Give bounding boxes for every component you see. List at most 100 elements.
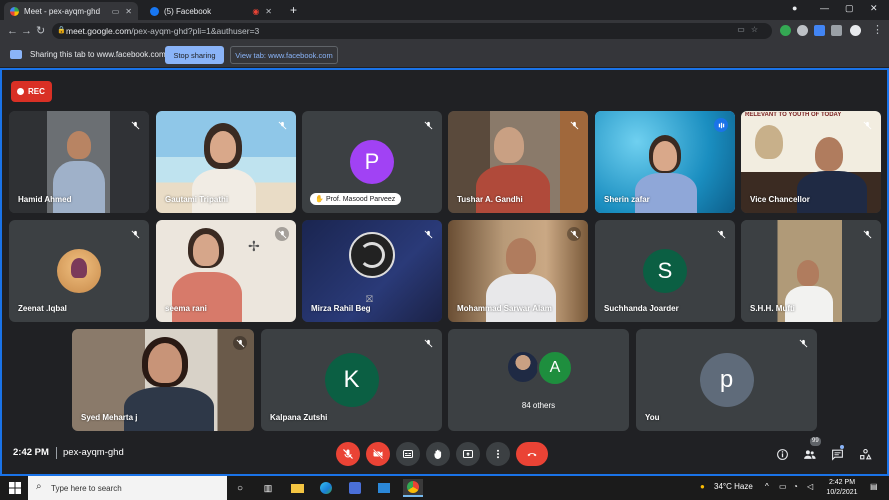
leave-call-button[interactable] [516,442,548,466]
divider [56,447,57,459]
meeting-control-bar: 2:42 PM pex-ayqm-ghd 99 [0,432,889,476]
more-vert-icon [497,449,499,459]
close-tab-icon[interactable]: ✕ [125,7,132,16]
participant-name: Gautami Tripathi [165,195,229,204]
participant-avatar: K [324,353,379,407]
participant-tile-mohammad-sarwar-alam[interactable]: Mohammad Sarwar Alam [448,220,588,322]
omnibox-actions-icon[interactable]: ▭☆ [737,25,764,34]
participant-figure [506,238,536,274]
menu-kebab-icon[interactable]: ⋮ [872,23,883,37]
participant-figure [193,234,219,266]
maximize-icon[interactable]: ▢ [845,3,854,14]
participant-name: Vice Chancellor [750,195,810,204]
participant-figure [67,131,91,159]
participant-tile-seema-rani[interactable]: ✢ seema rani [156,220,296,322]
app-icon[interactable] [345,479,365,497]
extension-cloud-icon[interactable] [797,25,808,36]
stop-sharing-button[interactable]: Stop sharing [165,46,224,64]
raise-hand-button[interactable] [426,442,450,466]
participant-tile-vice-chancellor[interactable]: RELEVANT TO YOUTH OF TODAY Vice Chancell… [741,111,881,213]
widgets-icon[interactable]: ▥ [258,479,278,497]
participant-photo-icon [71,258,87,278]
participant-name: Syed Meharta j [81,413,138,422]
present-now-button[interactable] [456,442,480,466]
tab-facebook[interactable]: (5) Facebook ◉ ✕ [144,2,278,20]
participant-tile-hamid-ahmed[interactable]: Hamid Ahmed [9,111,149,213]
captions-button[interactable] [396,442,420,466]
tab-meet[interactable]: Meet - pex-ayqm-ghd ▭ ✕ [4,2,138,20]
edge-icon[interactable] [316,479,336,497]
ceiling-fan-icon: ✢ [248,238,260,254]
tray-overflow-icon[interactable]: ^ [765,482,769,491]
tab-sharing-bar: Sharing this tab to www.facebook.com Sto… [0,42,889,68]
participant-tile-gautami-tripathi[interactable]: Gautami Tripathi [156,111,296,213]
other-participant-photo [506,350,540,384]
windows-start-icon[interactable] [9,482,21,494]
mic-off-icon [275,118,289,132]
weather-icon[interactable]: ● [700,482,705,491]
tab-label: Meet - pex-ayqm-ghd [24,6,101,16]
facebook-favicon-icon [150,6,159,16]
taskbar-clock[interactable]: 2:42 PM 10/2/2021 [822,478,862,498]
speaking-indicator-icon [714,118,728,132]
view-tab-button[interactable]: View tab: www.facebook.com [230,46,338,64]
share-screen-icon [10,50,22,59]
participant-avatar: P [350,140,394,184]
extensions-puzzle-icon[interactable] [831,25,842,36]
participant-tile-tushar-gandhi[interactable]: Tushar A. Gandhi [448,111,588,213]
participant-tile-kalpana-zutshi[interactable]: K Kalpana Zutshi [261,329,442,431]
address-bar[interactable]: 🔒 meet.google.com/pex-ayqm-ghd?pli=1&aut… [52,23,772,39]
participant-figure [53,161,105,213]
more-options-button[interactable] [486,442,510,466]
weather-text[interactable]: 34°C Haze [714,482,753,491]
mic-off-icon [860,118,874,132]
minimize-icon[interactable]: — [820,3,829,13]
reload-icon[interactable]: ↻ [36,24,45,38]
info-icon [776,448,788,460]
participant-tile-masood-parveez[interactable]: P ✋ Prof. Masood Parveez [302,111,442,213]
avatar-icon[interactable] [850,25,861,36]
participant-tile-sherin-zafar[interactable]: Sherin zafar [595,111,735,213]
forward-icon[interactable]: → [21,24,32,38]
file-explorer-icon[interactable] [287,479,307,497]
participant-tile-shh-mufti[interactable]: S.H.H. Mufti [741,220,881,322]
network-icon[interactable]: ◔ [793,482,798,491]
camera-toggle-button[interactable] [366,442,390,466]
profile-icon[interactable]: ● [792,3,797,13]
search-icon: ⌕ [36,481,42,492]
volume-icon[interactable]: ◁ [807,482,813,491]
notifications-icon[interactable]: ▤ [870,482,878,491]
extension-green-icon[interactable] [780,25,791,36]
other-participant-avatar: A [537,350,573,386]
mic-off-icon [233,336,247,350]
new-tab-button[interactable]: + [290,3,297,17]
participant-tile-suchhanda-joarder[interactable]: S Suchhanda Joarder [595,220,735,322]
chrome-taskbar-icon[interactable] [403,479,423,497]
participant-name: Prof. Masood Parveez [326,195,396,203]
people-button[interactable] [801,446,817,462]
extension-translate-icon[interactable] [814,25,825,36]
task-view-icon[interactable]: ○ [230,479,250,497]
meeting-time: 2:42 PM [13,447,49,458]
mic-off-icon [714,227,728,241]
participant-tile-zeenat-iqbal[interactable]: Zeenat .Iqbal [9,220,149,322]
store-icon[interactable] [374,479,394,497]
close-window-icon[interactable]: ✕ [870,3,878,14]
chat-icon [831,449,843,461]
back-icon[interactable]: ← [7,24,18,38]
participant-figure [815,137,843,171]
taskbar-search-input[interactable]: ⌕ Type here to search [28,476,227,500]
activities-button[interactable] [857,446,873,462]
mic-off-icon [128,227,142,241]
participant-figure [653,141,677,171]
participant-tile-you[interactable]: p You [636,329,817,431]
meeting-details-button[interactable] [774,446,790,462]
participant-tile-syed-mehartaj[interactable]: Syed Meharta j [72,329,254,431]
battery-icon[interactable]: ▭ [779,482,787,491]
microphone-toggle-button[interactable] [336,442,360,466]
others-tile[interactable]: A 84 others [448,329,629,431]
participant-avatar: p [699,353,754,407]
hand-icon [434,449,442,459]
participant-tile-mirza-rahil-beg[interactable]: ⛝ Mirza Rahil Beg [302,220,442,322]
close-tab-icon[interactable]: ✕ [265,7,272,16]
